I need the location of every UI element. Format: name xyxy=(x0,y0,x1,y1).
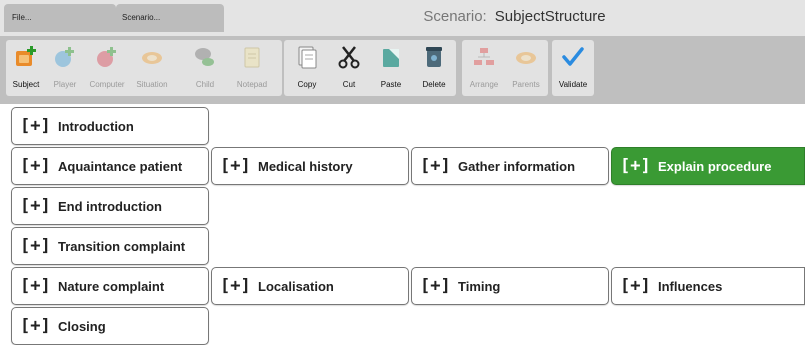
paste-button[interactable]: Paste xyxy=(376,40,406,96)
node-aquaintance-patient[interactable]: [+] Aquaintance patient xyxy=(11,147,209,185)
validate-button-label: Validate xyxy=(558,80,588,89)
expand-icon[interactable]: [+] xyxy=(620,276,654,296)
file-menu[interactable]: File... xyxy=(4,4,116,32)
page-title: Scenario: SubjectStructure xyxy=(224,4,805,36)
scenario-menu[interactable]: Scenario... xyxy=(116,4,224,32)
situation-button[interactable]: Situation xyxy=(134,40,170,96)
toolbar-group-edit: Copy Cut Paste Delete xyxy=(284,40,456,96)
node-label: Introduction xyxy=(58,118,134,134)
node-transition-complaint[interactable]: [+] Transition complaint xyxy=(11,227,209,265)
subject-button[interactable]: Subject xyxy=(10,40,42,96)
expand-icon[interactable]: [+] xyxy=(220,156,254,176)
node-closing[interactable]: [+] Closing xyxy=(11,307,209,345)
expand-icon[interactable]: [+] xyxy=(20,116,54,136)
child-button[interactable]: Child xyxy=(192,40,218,96)
expand-icon[interactable]: [+] xyxy=(620,156,654,176)
situation-button-label: Situation xyxy=(136,80,168,89)
scenario-name: SubjectStructure xyxy=(494,8,606,25)
situation-icon xyxy=(142,52,162,64)
toolbar-group-create: Subject Player Computer Situation Child … xyxy=(6,40,282,96)
expand-icon[interactable]: [+] xyxy=(20,276,54,296)
menu-bar: File... Scenario... Scenario: SubjectStru… xyxy=(0,0,805,36)
expand-icon[interactable]: [+] xyxy=(20,316,54,336)
child-button-label: Child xyxy=(195,80,215,89)
subject-add-icon xyxy=(16,46,36,66)
node-label: Influences xyxy=(658,278,723,294)
cut-button-label: Cut xyxy=(342,80,356,89)
checkmark-icon xyxy=(562,47,584,66)
expand-icon[interactable]: [+] xyxy=(20,196,54,216)
node-label: Aquaintance patient xyxy=(58,158,183,174)
expand-icon[interactable]: [+] xyxy=(420,156,454,176)
delete-button[interactable]: Delete xyxy=(418,40,450,96)
arrange-icon xyxy=(474,48,494,65)
copy-icon xyxy=(298,46,317,69)
arrange-button[interactable]: Arrange xyxy=(466,40,502,96)
toolbar-group-validate: Validate xyxy=(552,40,594,96)
node-label: End introduction xyxy=(58,198,162,214)
child-icon xyxy=(195,48,214,66)
notepad-icon xyxy=(244,47,260,68)
node-explain-procedure[interactable]: [+] Explain procedure xyxy=(611,147,805,185)
player-button[interactable]: Player xyxy=(50,40,80,96)
computer-add-icon xyxy=(97,47,116,67)
node-label: Transition complaint xyxy=(58,238,186,254)
node-introduction[interactable]: [+] Introduction xyxy=(11,107,209,145)
parents-button[interactable]: Parents xyxy=(508,40,544,96)
node-label: Medical history xyxy=(258,158,353,174)
trash-icon xyxy=(426,47,442,67)
notepad-button-label: Notepad xyxy=(236,80,268,89)
node-influences[interactable]: [+] Influences xyxy=(611,267,805,305)
node-timing[interactable]: [+] Timing xyxy=(411,267,609,305)
scenario-menu-label: Scenario... xyxy=(122,13,161,22)
cut-button[interactable]: Cut xyxy=(334,40,364,96)
node-label: Closing xyxy=(58,318,106,334)
delete-button-label: Delete xyxy=(422,80,446,89)
validate-button[interactable]: Validate xyxy=(556,40,590,96)
expand-icon[interactable]: [+] xyxy=(20,156,54,176)
node-label: Explain procedure xyxy=(658,158,772,174)
copy-button[interactable]: Copy xyxy=(292,40,322,96)
expand-icon[interactable]: [+] xyxy=(220,276,254,296)
notepad-button[interactable]: Notepad xyxy=(234,40,270,96)
node-nature-complaint[interactable]: [+] Nature complaint xyxy=(11,267,209,305)
node-localisation[interactable]: [+] Localisation xyxy=(211,267,409,305)
expand-icon[interactable]: [+] xyxy=(420,276,454,296)
toolbar: Subject Player Computer Situation Child … xyxy=(0,36,805,104)
node-label: Timing xyxy=(458,278,501,294)
node-label: Gather information xyxy=(458,158,576,174)
player-add-icon xyxy=(55,47,74,67)
paste-button-label: Paste xyxy=(380,80,402,89)
node-medical-history[interactable]: [+] Medical history xyxy=(211,147,409,185)
title-prefix: Scenario: xyxy=(423,8,487,25)
toolbar-group-layout: Arrange Parents xyxy=(462,40,548,96)
copy-button-label: Copy xyxy=(297,80,317,89)
node-end-introduction[interactable]: [+] End introduction xyxy=(11,187,209,225)
player-button-label: Player xyxy=(53,80,77,89)
node-label: Localisation xyxy=(258,278,334,294)
subject-button-label: Subject xyxy=(12,80,40,89)
parents-icon xyxy=(516,52,536,64)
scissors-icon xyxy=(338,46,360,69)
node-label: Nature complaint xyxy=(58,278,165,294)
arrange-button-label: Arrange xyxy=(469,80,499,89)
expand-icon[interactable]: [+] xyxy=(20,236,54,256)
file-menu-label: File... xyxy=(12,13,32,22)
node-gather-information[interactable]: [+] Gather information xyxy=(411,147,609,185)
paste-icon xyxy=(383,49,399,67)
computer-button[interactable]: Computer xyxy=(88,40,126,96)
parents-button-label: Parents xyxy=(512,80,540,89)
computer-button-label: Computer xyxy=(89,80,125,89)
